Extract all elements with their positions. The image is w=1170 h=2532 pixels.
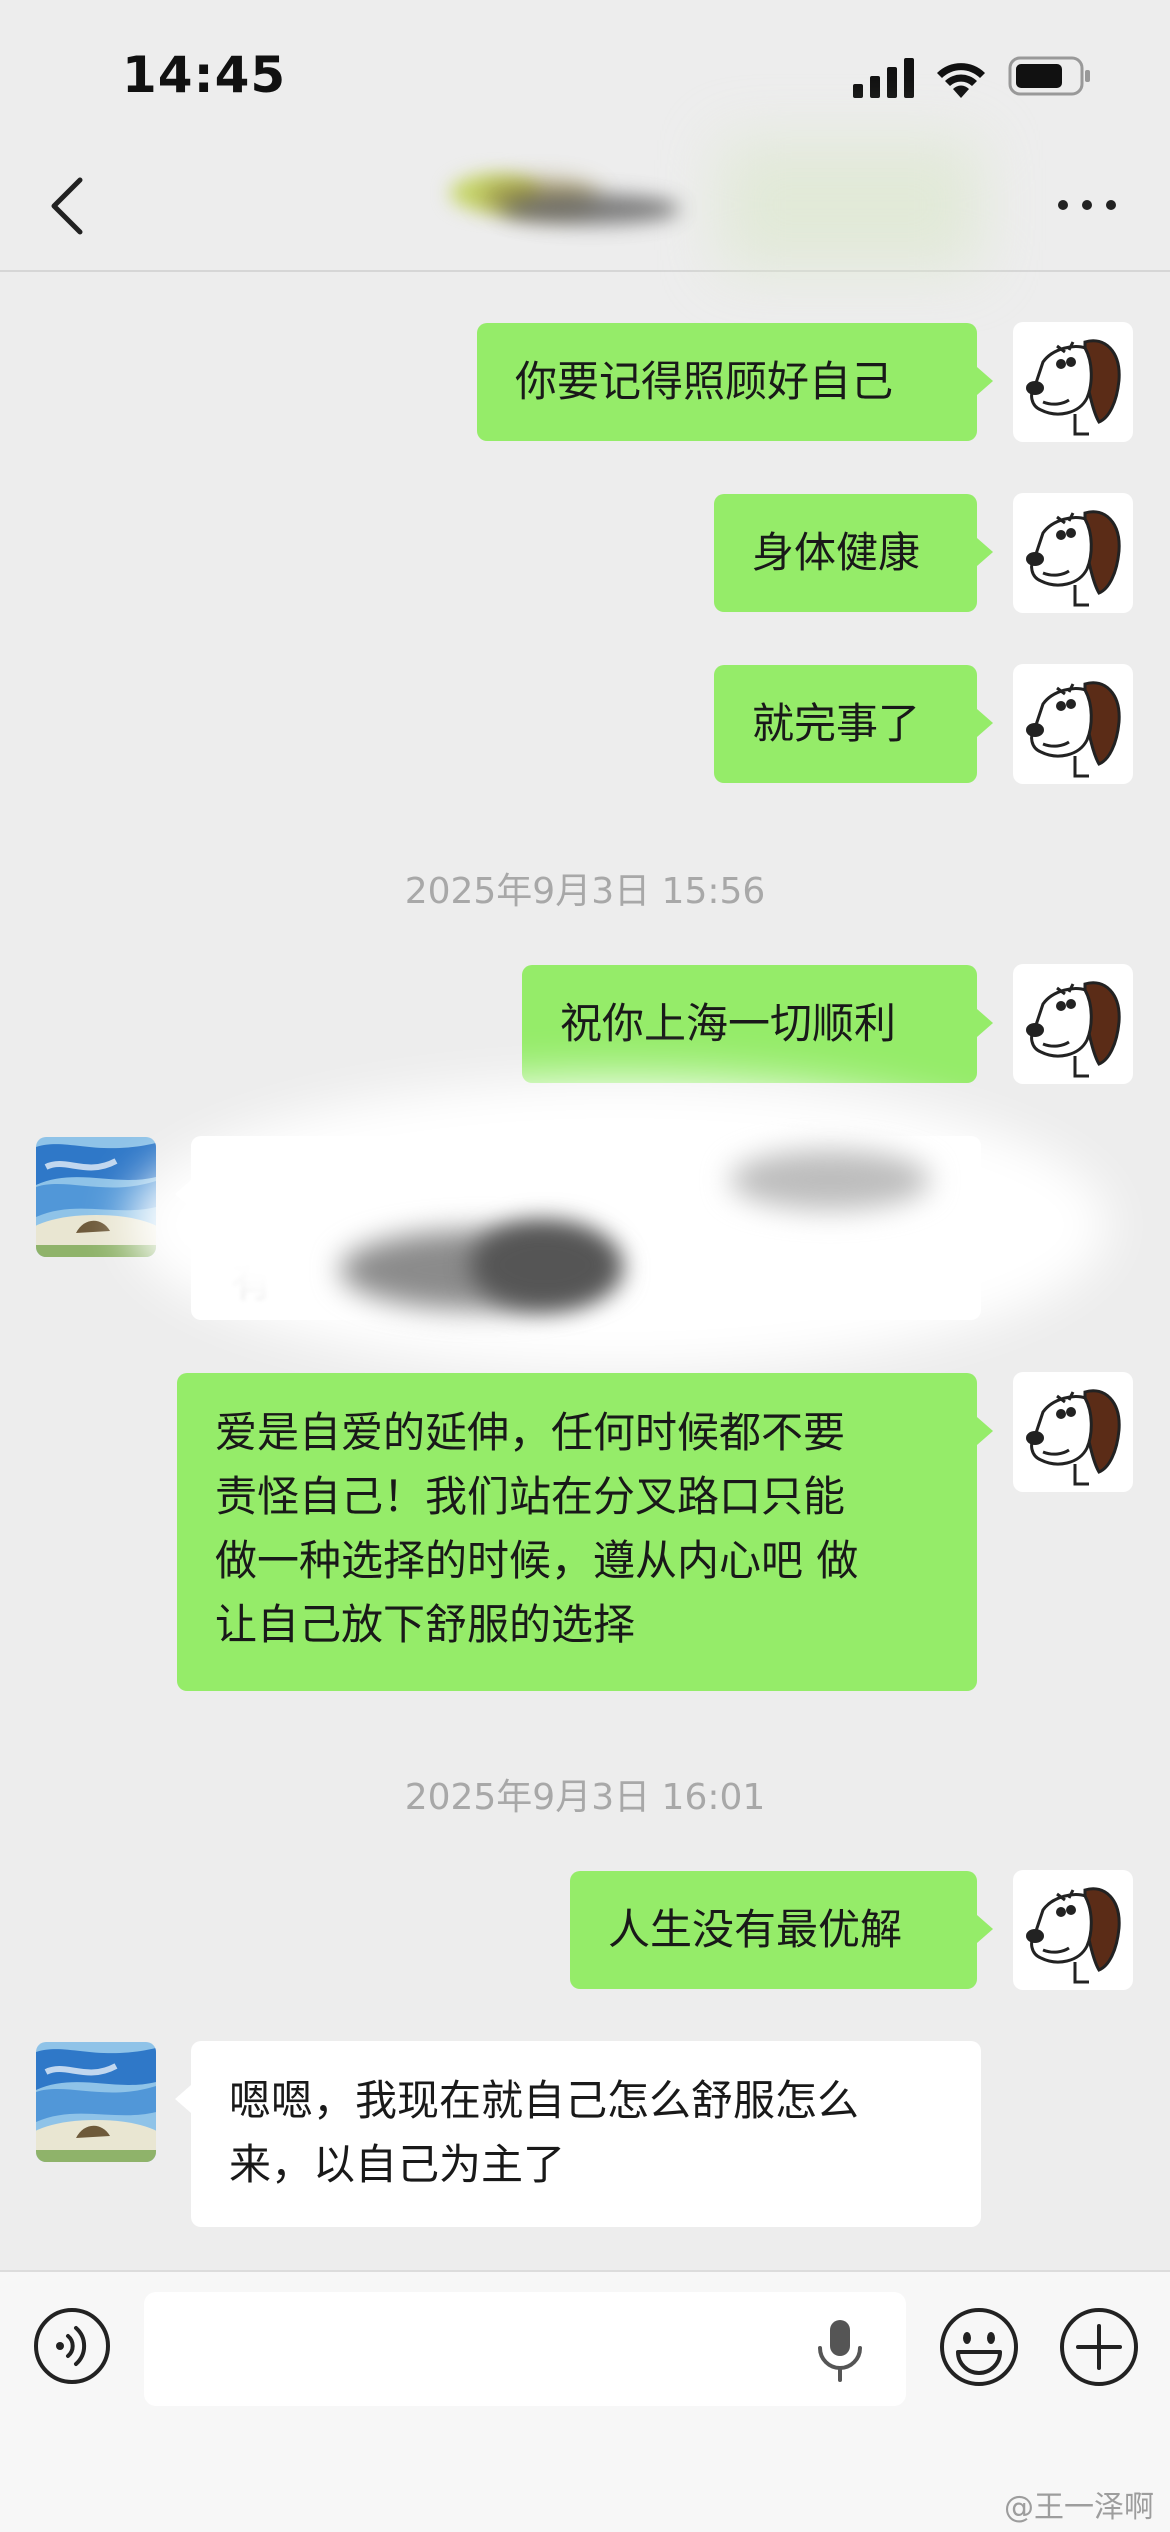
wifi-icon bbox=[937, 63, 985, 98]
status-bar: 14:45 bbox=[0, 0, 1170, 140]
chat-title-redacted bbox=[440, 162, 730, 252]
message-text-line: 责怪自己！我们站在分叉路口只能 bbox=[215, 1472, 846, 1521]
battery-icon bbox=[1008, 56, 1090, 96]
avatar[interactable] bbox=[1013, 493, 1133, 613]
chevron-left-icon[interactable] bbox=[40, 174, 100, 238]
dog-avatar-icon bbox=[1026, 681, 1121, 778]
contact-avatar-icon bbox=[36, 2042, 156, 2162]
message-text-line: 做一种选择的时候，遵从内心吧 做 bbox=[215, 1536, 859, 1585]
microphone-icon[interactable] bbox=[812, 2318, 868, 2382]
more-dots-icon[interactable] bbox=[1058, 190, 1118, 220]
message-bubble[interactable]: 身体健康 bbox=[714, 494, 993, 612]
message-text-line: 来，以自己为主了 bbox=[229, 2140, 566, 2189]
status-time: 14:45 bbox=[122, 46, 287, 104]
input-bar: @王一泽啊 bbox=[0, 2270, 1170, 2532]
plus-icon[interactable] bbox=[1058, 2306, 1140, 2388]
header-blur-decoration bbox=[720, 140, 980, 270]
message-bubble[interactable]: 你要记得照顾好自己 bbox=[477, 323, 993, 441]
message-bubble[interactable]: 嗯嗯，我现在就自己怎么舒服怎么 来，以自己为主了 bbox=[175, 2041, 981, 2227]
dog-avatar-icon bbox=[1026, 1389, 1121, 1486]
message-text-line: 嗯嗯，我现在就自己怎么舒服怎么 bbox=[229, 2076, 860, 2125]
avatar[interactable] bbox=[1013, 964, 1133, 1084]
dog-avatar-icon bbox=[1026, 981, 1121, 1078]
cellular-signal-icon bbox=[853, 58, 914, 98]
message-bubble[interactable]: 祝你上海一切顺利 bbox=[522, 965, 993, 1083]
chat-header bbox=[0, 140, 1170, 272]
voice-icon[interactable] bbox=[32, 2306, 112, 2386]
message-input[interactable] bbox=[144, 2292, 906, 2406]
watermark-text: @王一泽啊 bbox=[1004, 2490, 1154, 2525]
message-text-line: 让自己放下舒服的选择 bbox=[215, 1600, 636, 1649]
dog-avatar-icon bbox=[1026, 510, 1121, 607]
message-bubble[interactable]: 爱是自爱的延伸，任何时候都不要 责怪自己！我们站在分叉路口只能 做一种选择的时候… bbox=[177, 1373, 993, 1691]
avatar[interactable] bbox=[1013, 322, 1133, 442]
dog-avatar-icon bbox=[1026, 339, 1121, 436]
message-text-line: 爱是自爱的延伸，任何时候都不要 bbox=[215, 1408, 846, 1457]
avatar[interactable] bbox=[1013, 1870, 1133, 1990]
avatar[interactable] bbox=[1013, 1372, 1133, 1492]
avatar[interactable] bbox=[1013, 664, 1133, 784]
message-timestamp: 2025年9月3日 16:01 bbox=[404, 1777, 766, 1818]
message-bubble[interactable]: 人生没有最优解 bbox=[570, 1871, 993, 1989]
emoji-icon[interactable] bbox=[938, 2306, 1020, 2388]
dog-avatar-icon bbox=[1026, 1887, 1121, 1984]
message-bubble[interactable]: 就完事了 bbox=[714, 665, 993, 783]
redaction-mask bbox=[130, 1080, 1110, 1370]
message-timestamp: 2025年9月3日 15:56 bbox=[404, 871, 766, 912]
avatar[interactable] bbox=[36, 2042, 156, 2162]
